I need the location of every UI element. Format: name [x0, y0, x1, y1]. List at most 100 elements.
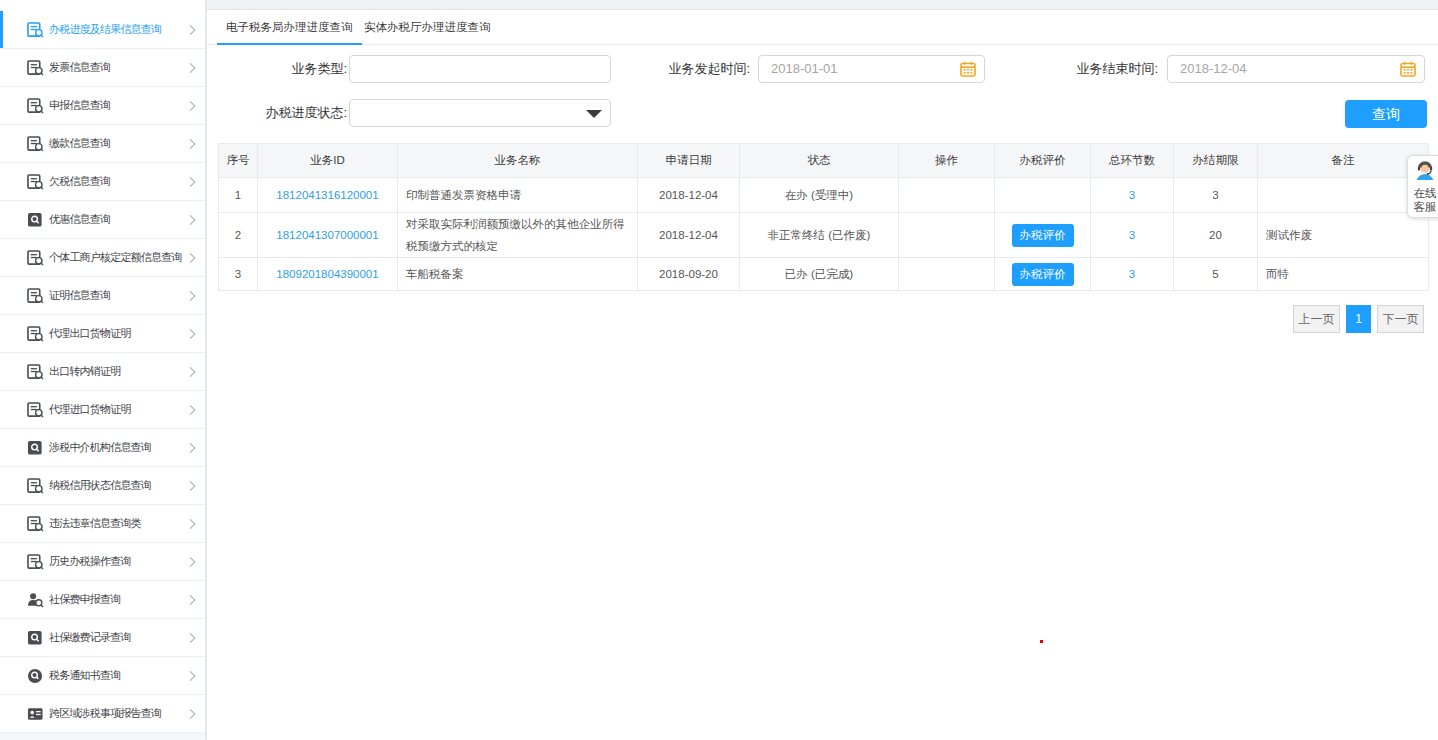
cell-status: 非正常终结 (已作废) [740, 213, 899, 258]
col-header-evaluation: 办税评价 [995, 144, 1091, 178]
sidebar-item-export-agency-proof[interactable]: 代理出口货物证明 [0, 315, 205, 353]
sidebar-item-label: 优惠信息查询 [49, 212, 110, 227]
chevron-right-icon [186, 215, 196, 225]
sidebar-item-label: 违法违章信息查询类 [49, 516, 141, 531]
cell-status: 已办 (已完成) [740, 258, 899, 291]
calendar-icon[interactable] [960, 61, 976, 77]
social-insurance-payment-search-icon [27, 630, 44, 646]
chevron-right-icon [186, 291, 196, 301]
cell-status: 在办 (受理中) [740, 178, 899, 213]
online-service-label: 在线 [1408, 186, 1438, 200]
sidebar-item-label: 出口转内销证明 [49, 364, 120, 379]
business-id-link[interactable]: 1812041307000001 [276, 229, 378, 241]
chevron-right-icon [186, 177, 196, 187]
sidebar-item-label: 社保费申报查询 [49, 592, 120, 607]
red-dot-artifact [1040, 640, 1043, 643]
col-header-apply-date: 申请日期 [638, 144, 740, 178]
chevron-right-icon [186, 253, 196, 263]
tax-notice-search-icon [27, 668, 44, 684]
online-service-widget[interactable]: 在线 客服 [1407, 155, 1438, 218]
sidebar-item-label: 代理进口货物证明 [49, 402, 131, 417]
business-id-link[interactable]: 1809201804390001 [276, 268, 378, 280]
cell-apply-date: 2018-12-04 [638, 213, 740, 258]
chevron-right-icon [186, 329, 196, 339]
total-steps-link[interactable]: 3 [1129, 189, 1135, 201]
tax-agency-search-icon [27, 440, 44, 456]
sidebar-item-declaration-query[interactable]: 申报信息查询 [0, 87, 205, 125]
sidebar-item-individual-quota-query[interactable]: 个体工商户核定定额信息查询 [0, 239, 205, 277]
chevron-right-icon [186, 481, 196, 491]
sidebar-item-invoice-query[interactable]: 发票信息查询 [0, 49, 205, 87]
sidebar-item-label: 纳税信用状态信息查询 [49, 478, 151, 493]
cell-remark [1258, 178, 1429, 213]
pagination-prev-button[interactable]: 上一页 [1293, 305, 1340, 333]
chevron-right-icon [186, 671, 196, 681]
progress-table: 序号 业务ID 业务名称 申请日期 状态 操作 办税评价 总环节数 办结期限 备… [218, 143, 1429, 291]
sidebar-item-tax-notice-query[interactable]: 税务通知书查询 [0, 657, 205, 695]
sidebar-item-import-agency-proof[interactable]: 代理进口货物证明 [0, 391, 205, 429]
invoice-search-icon [27, 60, 44, 76]
chevron-right-icon [186, 25, 196, 35]
business-type-input[interactable] [349, 55, 611, 83]
col-header-business-name: 业务名称 [398, 144, 638, 178]
end-time-value: 2018-12-04 [1180, 56, 1247, 82]
chevron-right-icon [186, 139, 196, 149]
table-row: 1 1812041316120001 印制普通发票资格申请 2018-12-04… [219, 178, 1429, 213]
sidebar-item-tax-arrears-query[interactable]: 欠税信息查询 [0, 163, 205, 201]
progress-status-select[interactable] [349, 99, 611, 127]
col-header-business-id: 业务ID [258, 144, 398, 178]
cross-region-report-search-icon [27, 706, 44, 722]
sidebar-item-payment-query[interactable]: 缴款信息查询 [0, 125, 205, 163]
sidebar-item-social-insurance-payment-query[interactable]: 社保缴费记录查询 [0, 619, 205, 657]
sidebar-item-label: 税务通知书查询 [49, 668, 120, 683]
chevron-right-icon [186, 101, 196, 111]
top-strip [207, 0, 1438, 10]
end-time-label: 业务结束时间: [1038, 55, 1158, 83]
declaration-search-icon [27, 98, 44, 114]
pagination-current-page[interactable]: 1 [1346, 305, 1371, 333]
cell-remark: 测试作废 [1258, 213, 1429, 258]
chevron-right-icon [186, 405, 196, 415]
export-to-domestic-proof-icon [27, 364, 44, 380]
business-id-link[interactable]: 1812041316120001 [276, 189, 378, 201]
cell-deadline: 3 [1174, 178, 1258, 213]
sidebar-item-tax-credit-query[interactable]: 纳税信用状态信息查询 [0, 467, 205, 505]
cell-remark: 而特 [1258, 258, 1429, 291]
sidebar-item-label: 办税进度及结果信息查询 [49, 22, 161, 37]
cell-apply-date: 2018-09-20 [638, 258, 740, 291]
tab-etax-progress-query[interactable]: 电子税务局办理进度查询 [217, 10, 362, 45]
chevron-right-icon [186, 63, 196, 73]
calendar-icon[interactable] [1400, 61, 1416, 77]
sidebar-item-certificate-query[interactable]: 证明信息查询 [0, 277, 205, 315]
sidebar-item-label: 发票信息查询 [49, 60, 110, 75]
sidebar-item-label: 社保缴费记录查询 [49, 630, 131, 645]
evaluate-button[interactable]: 办税评价 [1012, 263, 1074, 286]
sidebar-item-preference-query[interactable]: 优惠信息查询 [0, 201, 205, 239]
cell-evaluation: 办税评价 [995, 213, 1091, 258]
total-steps-link[interactable]: 3 [1129, 229, 1135, 241]
sidebar-item-social-insurance-declare-query[interactable]: 社保费申报查询 [0, 581, 205, 619]
sidebar-item-tax-agency-query[interactable]: 涉税中介机构信息查询 [0, 429, 205, 467]
sidebar-item-cross-region-report-query[interactable]: 跨区域涉税事项报告查询 [0, 695, 205, 733]
sidebar-item-history-operation-query[interactable]: 历史办税操作查询 [0, 543, 205, 581]
sidebar-item-export-to-domestic-proof[interactable]: 出口转内销证明 [0, 353, 205, 391]
chevron-right-icon [186, 519, 196, 529]
sidebar-item-label: 申报信息查询 [49, 98, 110, 113]
col-header-total-steps: 总环节数 [1091, 144, 1174, 178]
sidebar-item-tax-progress-result-query[interactable]: 办税进度及结果信息查询 [0, 11, 205, 49]
chevron-right-icon [186, 367, 196, 377]
cell-evaluation [995, 178, 1091, 213]
pagination-next-button[interactable]: 下一页 [1377, 305, 1424, 333]
cell-deadline: 5 [1174, 258, 1258, 291]
search-button[interactable]: 查询 [1345, 100, 1427, 128]
col-header-remark: 备注 [1258, 144, 1429, 178]
chevron-right-icon [186, 557, 196, 567]
tab-hall-progress-query[interactable]: 实体办税厅办理进度查询 [355, 10, 500, 45]
table-row: 2 1812041307000001 对采取实际利润额预缴以外的其他企业所得税预… [219, 213, 1429, 258]
sidebar-item-violation-query[interactable]: 违法违章信息查询类 [0, 505, 205, 543]
start-time-input[interactable]: 2018-01-01 [758, 55, 985, 83]
evaluate-button[interactable]: 办税评价 [1012, 224, 1074, 247]
end-time-input[interactable]: 2018-12-04 [1167, 55, 1425, 83]
total-steps-link[interactable]: 3 [1129, 268, 1135, 280]
sidebar-item-label: 跨区域涉税事项报告查询 [49, 706, 161, 721]
